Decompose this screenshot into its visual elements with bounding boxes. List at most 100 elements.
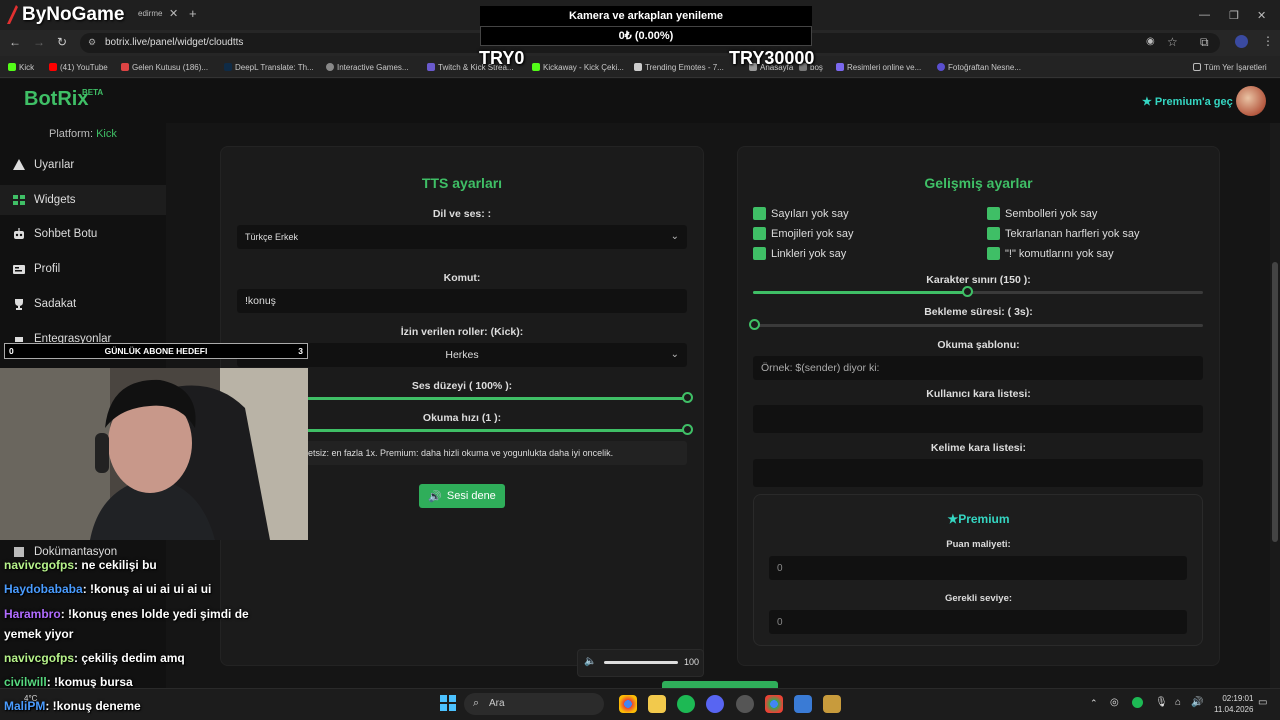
ignore-symbols-checkbox[interactable] — [987, 207, 1000, 220]
speaker-icon: 🔊 — [428, 490, 442, 503]
star-icon[interactable]: ☆ — [1167, 35, 1178, 49]
speaker-icon[interactable]: 🔈 — [584, 656, 596, 667]
star-icon: ★ — [947, 512, 959, 526]
sidebar-item-sadakat[interactable]: Sadakat — [0, 289, 166, 319]
back-icon[interactable]: ← — [9, 35, 21, 49]
stream-brand-logo: ByNoGame — [0, 0, 140, 30]
brand-text: ByNoGame — [22, 4, 125, 25]
ignore-commands-checkbox[interactable] — [987, 247, 1000, 260]
feather-icon — [7, 5, 18, 24]
notification-icon[interactable]: ▭ — [1258, 697, 1267, 708]
volume-icon[interactable]: 🔊 — [1191, 697, 1203, 708]
new-tab-button[interactable]: + — [189, 6, 197, 21]
start-button[interactable] — [440, 695, 456, 711]
chat-message: civilwill: !komuş bursa — [4, 675, 133, 689]
template-input[interactable]: Örnek: $(sender) diyor ki: — [753, 356, 1203, 380]
close-window-button[interactable]: ✕ — [1257, 9, 1266, 22]
sidebar-item-widgets[interactable]: Widgets — [0, 185, 166, 215]
tray-spotify-icon[interactable] — [1132, 697, 1143, 708]
bookmark-item[interactable]: Interactive Games... — [326, 60, 409, 74]
grid-icon — [13, 195, 25, 205]
bookmark-item[interactable]: Fotoğraftan Nesne... — [937, 60, 1021, 74]
bookmark-item[interactable]: Kickaway - Kick Çeki... — [532, 60, 624, 74]
app-icon[interactable] — [794, 695, 812, 713]
sidebar-item-sohbet-botu[interactable]: Sohbet Botu — [0, 219, 166, 249]
network-icon[interactable]: ⌂ — [1175, 697, 1181, 708]
speed-slider-handle[interactable] — [682, 424, 693, 435]
char-limit-label: Karakter sınırı (150 ): — [926, 274, 1031, 286]
spotify-icon[interactable] — [677, 695, 695, 713]
url-text[interactable]: botrix.live/panel/widget/cloudtts — [105, 37, 243, 48]
bookmark-item[interactable]: DeepL Translate: Th... — [224, 60, 314, 74]
eye-off-icon[interactable]: ◉ — [1146, 36, 1155, 47]
browser-tab-title[interactable]: edirme — [138, 9, 162, 18]
ignore-links-checkbox[interactable] — [753, 247, 766, 260]
voice-select[interactable]: Türkçe Erkek ⌄ — [237, 225, 687, 249]
folder-icon[interactable] — [648, 695, 666, 713]
roles-label: İzin verilen roller: (Kick): — [400, 326, 524, 338]
webcam-feed — [0, 368, 308, 540]
cooldown-slider-track[interactable] — [753, 324, 1203, 327]
media-volume-value: 100 — [684, 657, 700, 667]
chrome-active-icon[interactable] — [765, 695, 783, 713]
char-limit-slider-handle[interactable] — [962, 286, 973, 297]
sidebar-item-uyarilar[interactable]: Uyarılar — [0, 150, 166, 180]
obs-icon[interactable] — [736, 695, 754, 713]
chrome-icon[interactable] — [619, 695, 637, 713]
profile-icon[interactable] — [1235, 35, 1248, 48]
bookmark-item[interactable]: (41) YouTube — [49, 60, 108, 74]
reload-icon[interactable]: ↻ — [57, 35, 67, 49]
botrix-logo[interactable]: BotRix — [24, 88, 88, 111]
avatar[interactable] — [1236, 86, 1266, 116]
all-bookmarks[interactable]: Tüm Yer İşaretleri — [1193, 60, 1267, 74]
char-limit-slider-track[interactable] — [753, 291, 1203, 294]
cooldown-slider-handle[interactable] — [749, 319, 760, 330]
ignore-repeated-checkbox[interactable] — [987, 227, 1000, 240]
command-input[interactable]: !konuş — [237, 289, 687, 313]
user-blacklist-input[interactable] — [753, 405, 1203, 433]
cost-label: Puan maliyeti: — [946, 539, 1011, 550]
maximize-button[interactable]: ❐ — [1229, 9, 1239, 22]
tray-chevron-icon[interactable]: ⌃ — [1090, 698, 1098, 709]
ignore-emojis-checkbox[interactable] — [753, 227, 766, 240]
save-button-partial[interactable] — [662, 681, 778, 688]
forward-icon[interactable]: → — [33, 35, 45, 49]
star-icon: ★ — [1142, 96, 1155, 108]
discord-icon[interactable] — [706, 695, 724, 713]
cooldown-label: Bekleme süresi: ( 3s): — [924, 306, 1033, 318]
sidebar-item-profil[interactable]: Profil — [0, 254, 166, 284]
ignore-numbers-checkbox[interactable] — [753, 207, 766, 220]
go-premium-link[interactable]: ★ Premium'a geç — [1142, 95, 1233, 108]
chat-message: yemek yiyor — [4, 627, 74, 641]
chat-message: navivcgofps: çekiliş dedim amq — [4, 651, 185, 665]
donation-progress-bar: 0₺ (0.00%) — [480, 26, 812, 46]
site-info-icon[interactable]: ⚙ — [88, 37, 96, 48]
donation-max: TRY30000 — [729, 48, 815, 68]
scrollbar-thumb[interactable] — [1272, 262, 1278, 542]
word-blacklist-input[interactable] — [753, 459, 1203, 487]
league-icon[interactable] — [823, 695, 841, 713]
ignore-links-label: Linkleri yok say — [771, 248, 847, 260]
premium-title: ★Premium — [947, 512, 1010, 526]
media-volume-slider[interactable] — [604, 661, 678, 664]
taskbar-search[interactable] — [464, 693, 604, 715]
bookmark-item[interactable]: Gelen Kutusu (186)... — [121, 60, 208, 74]
chat-message: Harambro: !konuş enes lolde yedi şimdi d… — [4, 607, 249, 621]
clock[interactable]: 02:19:01 11.04.2026 — [1214, 693, 1253, 715]
advanced-title: Gelişmiş ayarlar — [924, 175, 1033, 191]
bookmark-item[interactable]: Trending Emotes - 7... — [634, 60, 724, 74]
menu-dots-icon[interactable]: ⋮ — [1262, 34, 1274, 48]
tab-close-icon[interactable]: ✕ — [169, 7, 178, 20]
bookmark-item[interactable]: Kick — [8, 60, 34, 74]
taskbar-search-label: Ara — [489, 698, 505, 709]
extensions-icon[interactable]: ⧉ — [1200, 35, 1209, 50]
word-blacklist-label: Kelime kara listesi: — [930, 442, 1027, 454]
test-voice-button[interactable]: 🔊 Sesi dene — [419, 484, 505, 508]
tray-discord-icon[interactable]: ◎ — [1110, 697, 1119, 708]
level-input[interactable]: 0 — [769, 610, 1187, 634]
mic-icon[interactable]: 🎙 — [1155, 697, 1168, 708]
volume-slider-handle[interactable] — [682, 392, 693, 403]
cost-input[interactable]: 0 — [769, 556, 1187, 580]
bookmark-item[interactable]: Resimleri online ve... — [836, 60, 921, 74]
minimize-button[interactable]: — — [1199, 9, 1210, 21]
